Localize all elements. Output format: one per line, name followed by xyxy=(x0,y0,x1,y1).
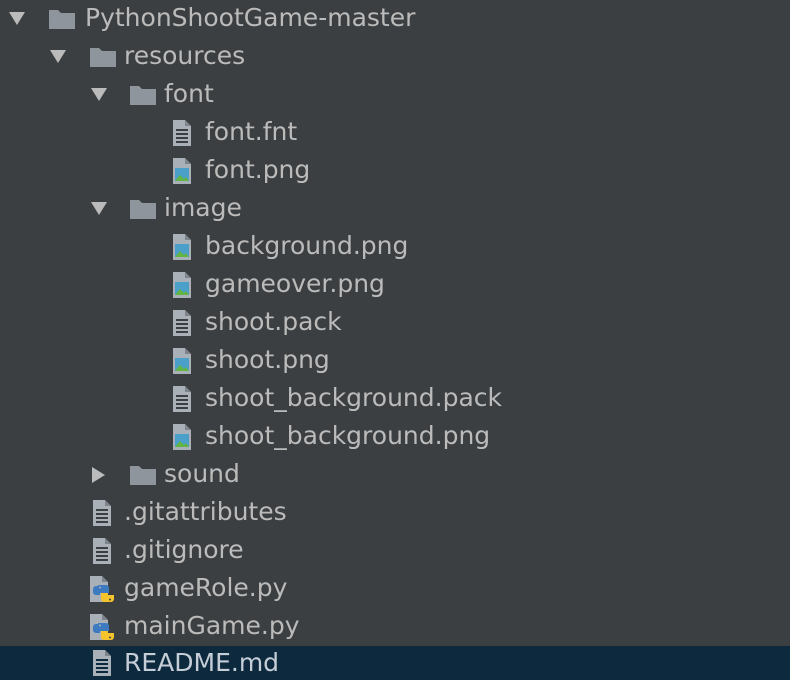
tree-item-label: README.md xyxy=(124,648,280,677)
text-file-icon xyxy=(168,384,196,414)
tree-item-label: gameover.png xyxy=(205,269,385,298)
python-file-icon xyxy=(88,612,116,642)
tree-item-font-folder[interactable]: font xyxy=(0,76,790,114)
collapse-arrow-icon[interactable] xyxy=(90,466,108,484)
tree-item-label: .gitattributes xyxy=(124,497,287,526)
expand-arrow-icon[interactable] xyxy=(90,86,108,104)
text-file-icon xyxy=(88,498,116,528)
tree-item-gitattributes[interactable]: .gitattributes xyxy=(0,494,790,532)
folder-icon xyxy=(129,194,157,224)
text-file-icon xyxy=(88,536,116,566)
tree-item-label: PythonShootGame-master xyxy=(85,3,416,32)
tree-item-label: background.png xyxy=(205,231,409,260)
tree-item-label: shoot.pack xyxy=(205,307,342,336)
tree-item-label: image xyxy=(164,193,242,222)
tree-item-font-fnt[interactable]: font.fnt xyxy=(0,114,790,152)
expand-arrow-icon[interactable] xyxy=(49,48,67,66)
tree-item-sound-folder[interactable]: sound xyxy=(0,456,790,494)
tree-item-label: sound xyxy=(164,459,240,488)
tree-item-gameover-png[interactable]: gameover.png xyxy=(0,266,790,304)
tree-item-label: shoot_background.pack xyxy=(205,383,502,412)
image-file-icon xyxy=(168,156,196,186)
tree-item-readme-md[interactable]: README.md xyxy=(0,646,790,680)
text-file-icon xyxy=(88,648,116,678)
tree-item-label: font.png xyxy=(205,155,311,184)
tree-item-label: font.fnt xyxy=(205,117,298,146)
image-file-icon xyxy=(168,270,196,300)
image-file-icon xyxy=(168,232,196,262)
project-tree: PythonShootGame-master resources font fo… xyxy=(0,0,790,680)
tree-item-pythonshootgame-master[interactable]: PythonShootGame-master xyxy=(0,0,790,38)
image-file-icon xyxy=(168,422,196,452)
text-file-icon xyxy=(168,118,196,148)
tree-item-font-png[interactable]: font.png xyxy=(0,152,790,190)
expand-arrow-icon[interactable] xyxy=(90,200,108,218)
tree-item-label: mainGame.py xyxy=(124,611,300,640)
text-file-icon xyxy=(168,308,196,338)
tree-item-gitignore[interactable]: .gitignore xyxy=(0,532,790,570)
tree-item-image-folder[interactable]: image xyxy=(0,190,790,228)
tree-item-label: shoot.png xyxy=(205,345,330,374)
tree-item-gamerole-py[interactable]: gameRole.py xyxy=(0,570,790,608)
tree-item-shoot-png[interactable]: shoot.png xyxy=(0,342,790,380)
tree-item-label: font xyxy=(164,79,214,108)
tree-item-label: shoot_background.png xyxy=(205,421,491,450)
python-file-icon xyxy=(88,574,116,604)
tree-item-shoot-background-pack[interactable]: shoot_background.pack xyxy=(0,380,790,418)
tree-item-shoot-background-png[interactable]: shoot_background.png xyxy=(0,418,790,456)
tree-item-label: .gitignore xyxy=(124,535,244,564)
image-file-icon xyxy=(168,346,196,376)
folder-icon xyxy=(129,460,157,490)
tree-item-label: resources xyxy=(124,41,246,70)
tree-item-background-png[interactable]: background.png xyxy=(0,228,790,266)
tree-item-resources[interactable]: resources xyxy=(0,38,790,76)
tree-item-maingame-py[interactable]: mainGame.py xyxy=(0,608,790,646)
tree-item-shoot-pack[interactable]: shoot.pack xyxy=(0,304,790,342)
tree-item-label: gameRole.py xyxy=(124,573,288,602)
expand-arrow-icon[interactable] xyxy=(8,10,26,28)
folder-icon xyxy=(129,80,157,110)
folder-icon xyxy=(89,42,117,72)
folder-icon xyxy=(48,4,76,34)
